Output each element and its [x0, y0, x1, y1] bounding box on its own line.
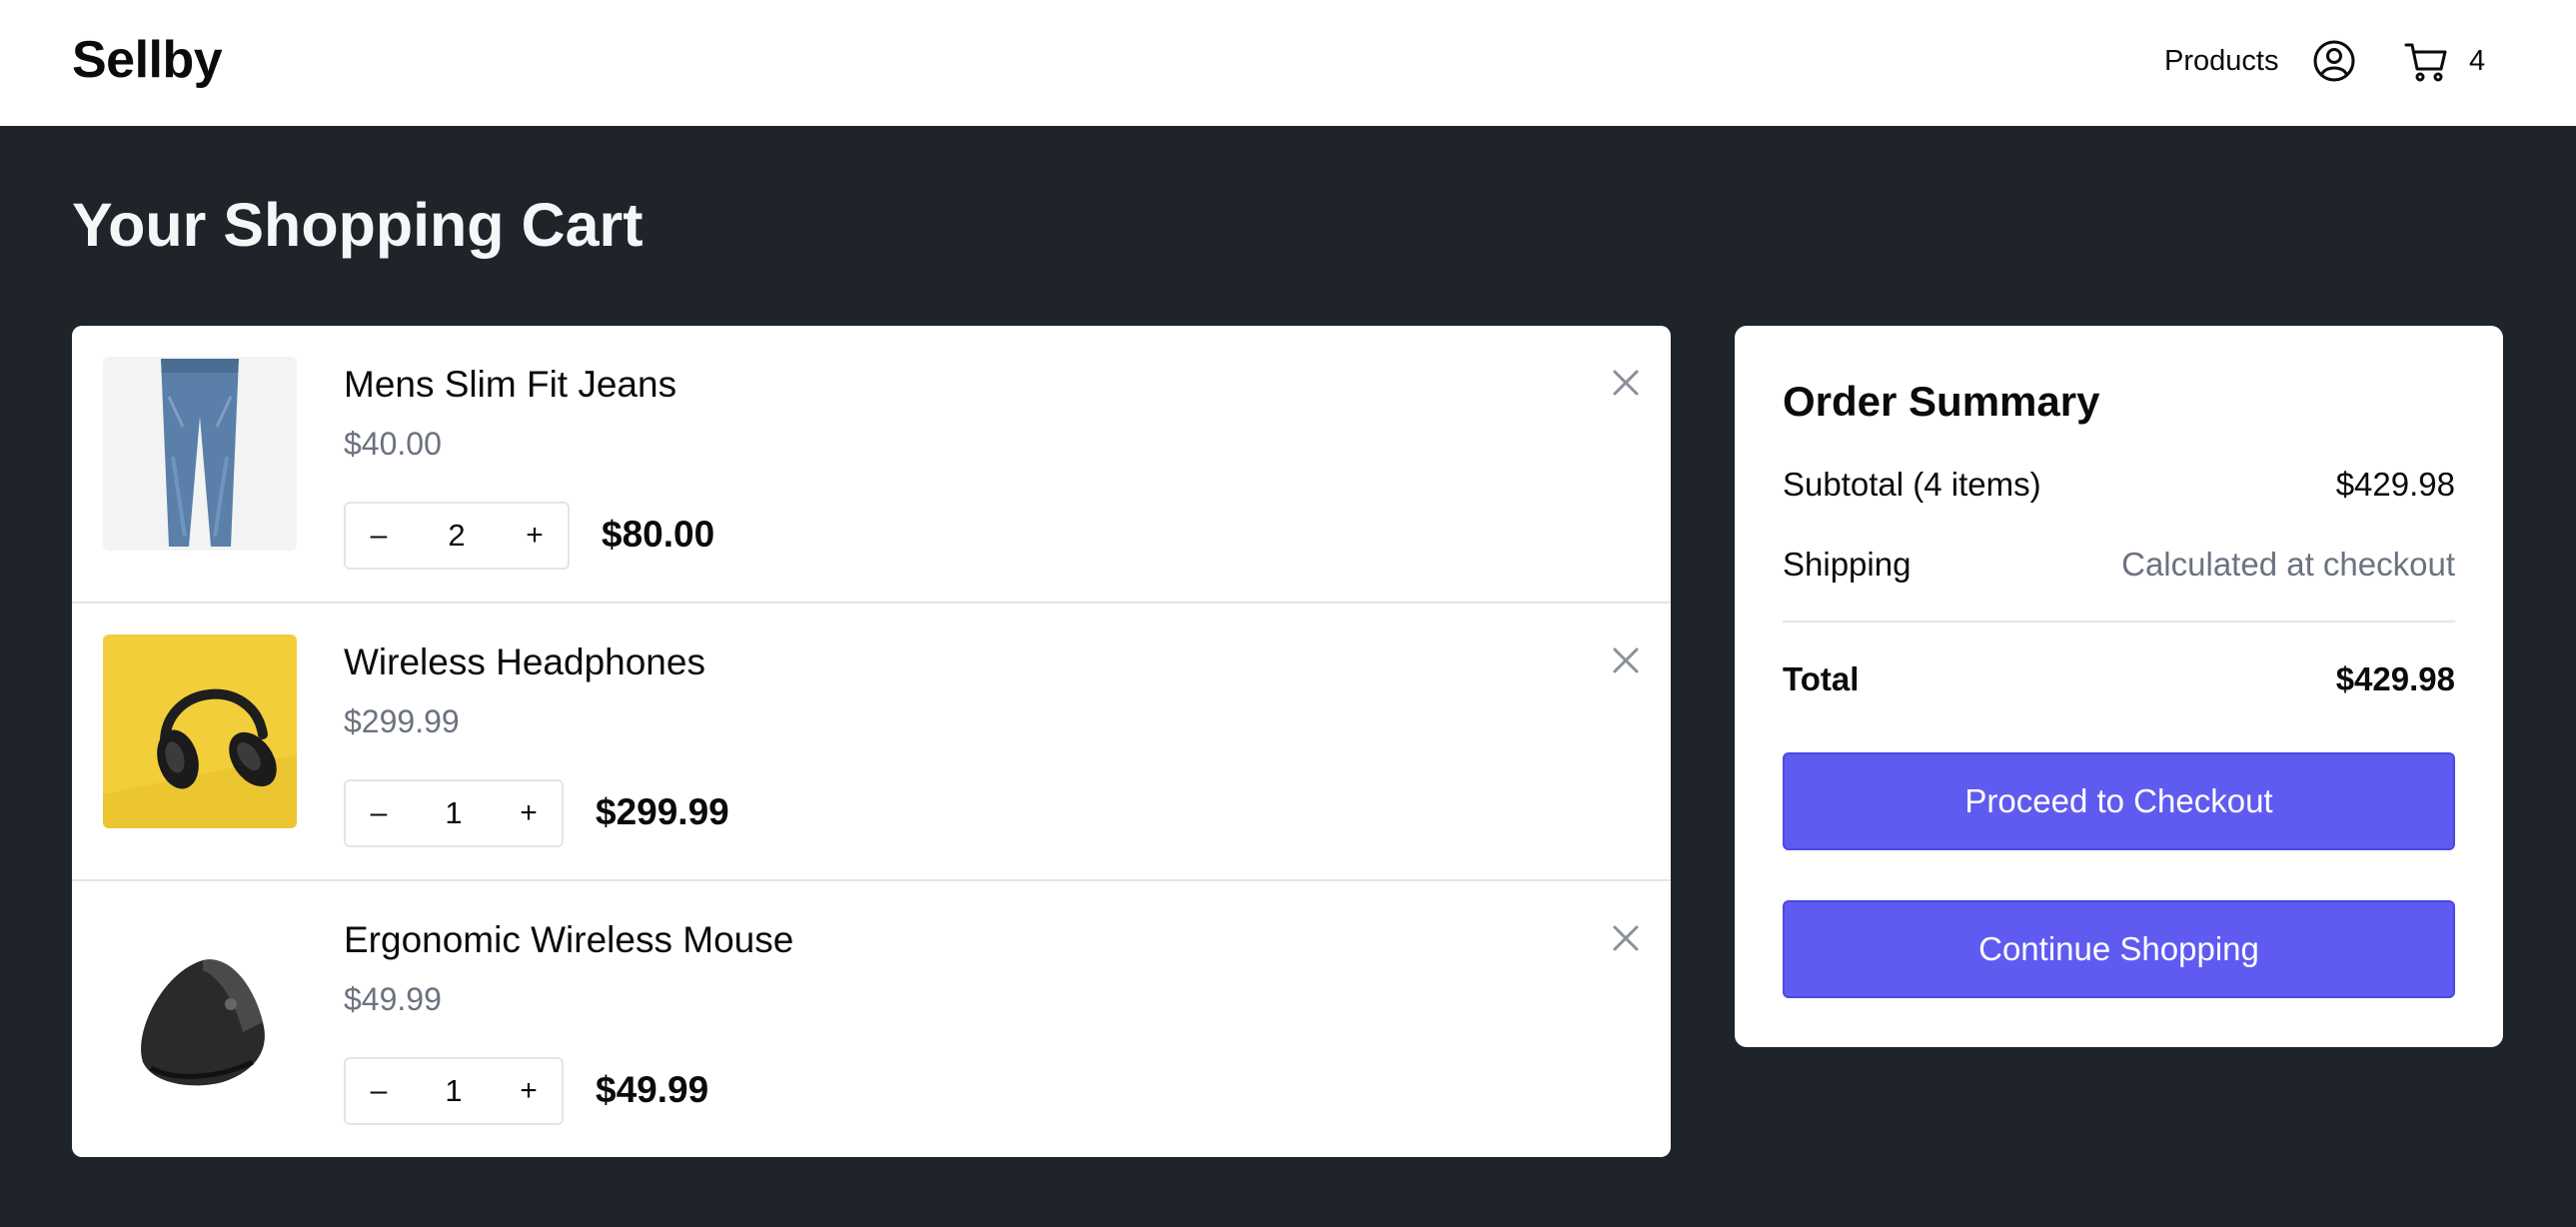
increase-quantity-button[interactable]: +	[496, 781, 562, 845]
close-icon[interactable]	[1609, 366, 1643, 400]
close-icon[interactable]	[1609, 921, 1643, 955]
decrease-quantity-button[interactable]: –	[346, 504, 412, 568]
cart-icon	[2404, 43, 2447, 82]
cart-button[interactable]: 4	[2403, 39, 2493, 85]
cart-items-list: Mens Slim Fit Jeans $40.00 – 2 + $80.00 …	[72, 326, 1671, 1157]
cart-count-badge: 4	[2469, 45, 2486, 77]
item-line-total: $80.00	[602, 514, 715, 555]
order-summary-title: Order Summary	[1783, 378, 2100, 425]
item-name[interactable]: Wireless Headphones	[344, 641, 705, 683]
quantity-value[interactable]: 1	[412, 781, 496, 845]
item-line-total: $49.99	[596, 1069, 709, 1110]
summary-divider	[1783, 620, 2455, 622]
quantity-stepper: – 1 +	[344, 1057, 564, 1125]
nav-products-link[interactable]: Products	[2164, 45, 2278, 78]
subtotal-label: Subtotal (4 items)	[1783, 466, 2041, 503]
total-value: $429.98	[2335, 660, 2455, 697]
headphones-image[interactable]	[103, 634, 297, 828]
page-title: Your Shopping Cart	[72, 191, 644, 259]
top-nav: Sellby Products 4	[0, 0, 2576, 126]
item-name[interactable]: Mens Slim Fit Jeans	[344, 364, 676, 406]
increase-quantity-button[interactable]: +	[502, 504, 568, 568]
quantity-stepper: – 2 +	[344, 502, 570, 570]
decrease-quantity-button[interactable]: –	[346, 781, 412, 845]
shipping-value: Calculated at checkout	[2121, 546, 2455, 583]
subtotal-value: $429.98	[2335, 466, 2455, 503]
item-line-total: $299.99	[596, 791, 729, 832]
item-unit-price: $49.99	[344, 981, 442, 1017]
proceed-to-checkout-button[interactable]: Proceed to Checkout	[1783, 752, 2455, 850]
user-icon[interactable]	[2312, 39, 2356, 83]
quantity-value[interactable]: 2	[412, 504, 502, 568]
brand-logo[interactable]: Sellby	[72, 30, 223, 90]
quantity-stepper: – 1 +	[344, 779, 564, 847]
continue-shopping-button[interactable]: Continue Shopping	[1783, 900, 2455, 998]
cart-item: Mens Slim Fit Jeans $40.00 – 2 + $80.00	[72, 326, 1671, 604]
jeans-image[interactable]	[103, 357, 297, 551]
total-label: Total	[1783, 660, 1860, 697]
increase-quantity-button[interactable]: +	[496, 1059, 562, 1123]
mouse-image[interactable]	[103, 912, 297, 1106]
item-unit-price: $299.99	[344, 703, 460, 739]
shipping-label: Shipping	[1783, 546, 1912, 583]
quantity-value[interactable]: 1	[412, 1059, 496, 1123]
item-unit-price: $40.00	[344, 426, 442, 462]
item-name[interactable]: Ergonomic Wireless Mouse	[344, 919, 793, 961]
cart-item: Ergonomic Wireless Mouse $49.99 – 1 + $4…	[72, 881, 1671, 1157]
cart-item: Wireless Headphones $299.99 – 1 + $299.9…	[72, 604, 1671, 881]
order-summary-panel: Order Summary Subtotal (4 items) $429.98…	[1735, 326, 2503, 1047]
decrease-quantity-button[interactable]: –	[346, 1059, 412, 1123]
close-icon[interactable]	[1609, 643, 1643, 677]
